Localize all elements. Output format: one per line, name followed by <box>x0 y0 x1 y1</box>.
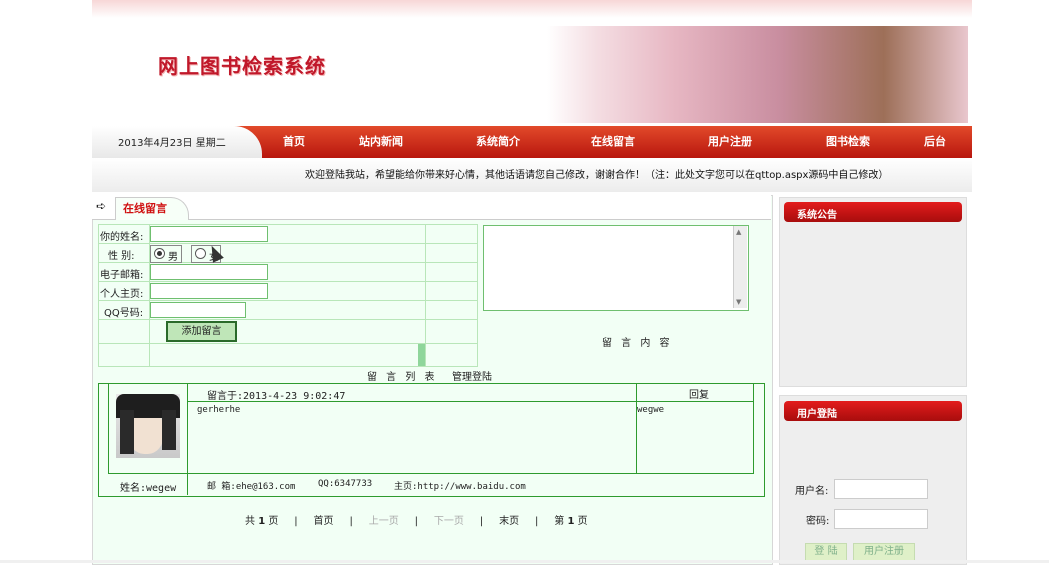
textarea-scrollbar[interactable] <box>733 226 747 308</box>
tab-guestbook-label: 在线留言 <box>123 202 167 215</box>
form-grid-line <box>98 366 478 367</box>
pager-total: 1 <box>258 516 266 527</box>
name-label: 你的姓名: <box>100 232 144 243</box>
content-label: 留 言 内 容 <box>602 338 673 349</box>
pager-sep: | <box>479 516 484 527</box>
form-grid-line <box>98 243 478 244</box>
pager-current: 1 <box>567 516 575 527</box>
form-grid-line <box>425 224 426 367</box>
qq-input[interactable] <box>150 302 246 318</box>
email-label: 电子邮箱: <box>100 270 144 281</box>
message-list-label: 留 言 列 表 <box>367 372 438 383</box>
pager-prev[interactable]: 上一页 <box>369 516 399 527</box>
nav-guestbook[interactable]: 在线留言 <box>591 133 635 149</box>
nav-intro[interactable]: 系统简介 <box>476 133 520 149</box>
message-email: 邮 箱:ehe@163.com <box>207 482 296 492</box>
add-message-button[interactable]: 添加留言 <box>166 321 237 342</box>
pager-sep: | <box>349 516 353 527</box>
announcement-panel <box>779 197 967 387</box>
pager-current-post: 页 <box>577 516 588 527</box>
form-grid-line <box>98 224 99 367</box>
radio-female[interactable] <box>195 248 206 259</box>
scroll-down-icon[interactable]: ▼ <box>736 298 741 306</box>
message-qq: QQ:6347733 <box>318 479 373 489</box>
nav-register[interactable]: 用户注册 <box>708 133 752 149</box>
message-homepage: 主页:http://www.baidu.com <box>394 482 526 492</box>
table-grid-line <box>187 383 188 495</box>
nav-home[interactable]: 首页 <box>283 133 305 149</box>
form-grid-line <box>98 319 478 320</box>
radio-dot-icon <box>157 251 162 256</box>
homepage-input[interactable] <box>150 283 268 299</box>
register-button[interactable]: 用户注册 <box>853 543 915 561</box>
pager-last[interactable]: 末页 <box>499 516 519 527</box>
pager-total-pre: 共 <box>245 516 255 527</box>
qq-label: QQ号码: <box>104 308 144 319</box>
notice-text: 欢迎登陆我站，希望能给你带来好心情，其他话语请您自己修改，谢谢合作！（注：此处文… <box>305 170 889 181</box>
pagination: 共 1 页 | 首页 | 上一页 | 下一页 | 末页 | 第 1 页 <box>245 512 588 527</box>
pager-total-post: 页 <box>268 516 279 527</box>
table-grid-line <box>636 383 637 473</box>
pager-sep: | <box>535 516 539 527</box>
form-grid-line <box>98 224 478 225</box>
admin-login-link[interactable]: 管理登陆 <box>452 368 492 383</box>
table-grid-line <box>108 473 754 474</box>
message-reply: wegwe <box>637 405 665 415</box>
nav-news[interactable]: 站内新闻 <box>359 133 403 149</box>
reply-header: 回复 <box>689 390 709 401</box>
homepage-label: 个人主页: <box>100 289 144 300</box>
password-input[interactable] <box>834 509 928 529</box>
table-grid-line <box>108 383 109 473</box>
pager-next[interactable]: 下一页 <box>434 516 464 527</box>
arrow-right-icon: ➪ <box>96 199 107 213</box>
message-content-textarea[interactable] <box>483 225 749 311</box>
nav-book-search[interactable]: 图书检索 <box>826 133 870 149</box>
pager-sep: | <box>414 516 418 527</box>
email-input[interactable] <box>150 264 268 280</box>
username-input[interactable] <box>834 479 928 499</box>
announcement-title: 系统公告 <box>797 210 837 221</box>
table-grid-line <box>753 383 754 473</box>
password-label: 密码: <box>806 516 830 527</box>
gender-male-label: 男 <box>168 252 178 263</box>
login-title: 用户登陆 <box>797 409 837 420</box>
avatar-hair <box>120 410 134 454</box>
message-author: 姓名:wegew <box>120 483 177 494</box>
message-body: gerherhe <box>197 405 241 415</box>
site-title: 网上图书检索系统 <box>158 54 326 78</box>
pager-current-pre: 第 <box>554 516 565 527</box>
scroll-up-icon[interactable]: ▲ <box>736 228 741 236</box>
pager-first[interactable]: 首页 <box>314 516 334 527</box>
form-grid-accent <box>418 344 425 366</box>
nav-admin[interactable]: 后台 <box>924 133 946 149</box>
top-strip <box>92 0 972 18</box>
form-grid-line <box>98 300 478 301</box>
gender-label: 性 别: <box>108 251 135 262</box>
name-input[interactable] <box>150 226 268 242</box>
message-posted-time: 留言于:2013-4-23 9:02:47 <box>207 391 346 402</box>
current-date: 2013年4月23日 星期二 <box>118 138 226 149</box>
tab-header <box>92 195 771 220</box>
pager-sep: | <box>294 516 298 527</box>
form-grid-line <box>477 224 478 367</box>
avatar-hair <box>162 410 176 450</box>
banner-flower-image <box>547 26 968 123</box>
form-grid-line <box>98 281 478 282</box>
login-button[interactable]: 登 陆 <box>805 543 847 561</box>
username-label: 用户名: <box>795 486 829 497</box>
